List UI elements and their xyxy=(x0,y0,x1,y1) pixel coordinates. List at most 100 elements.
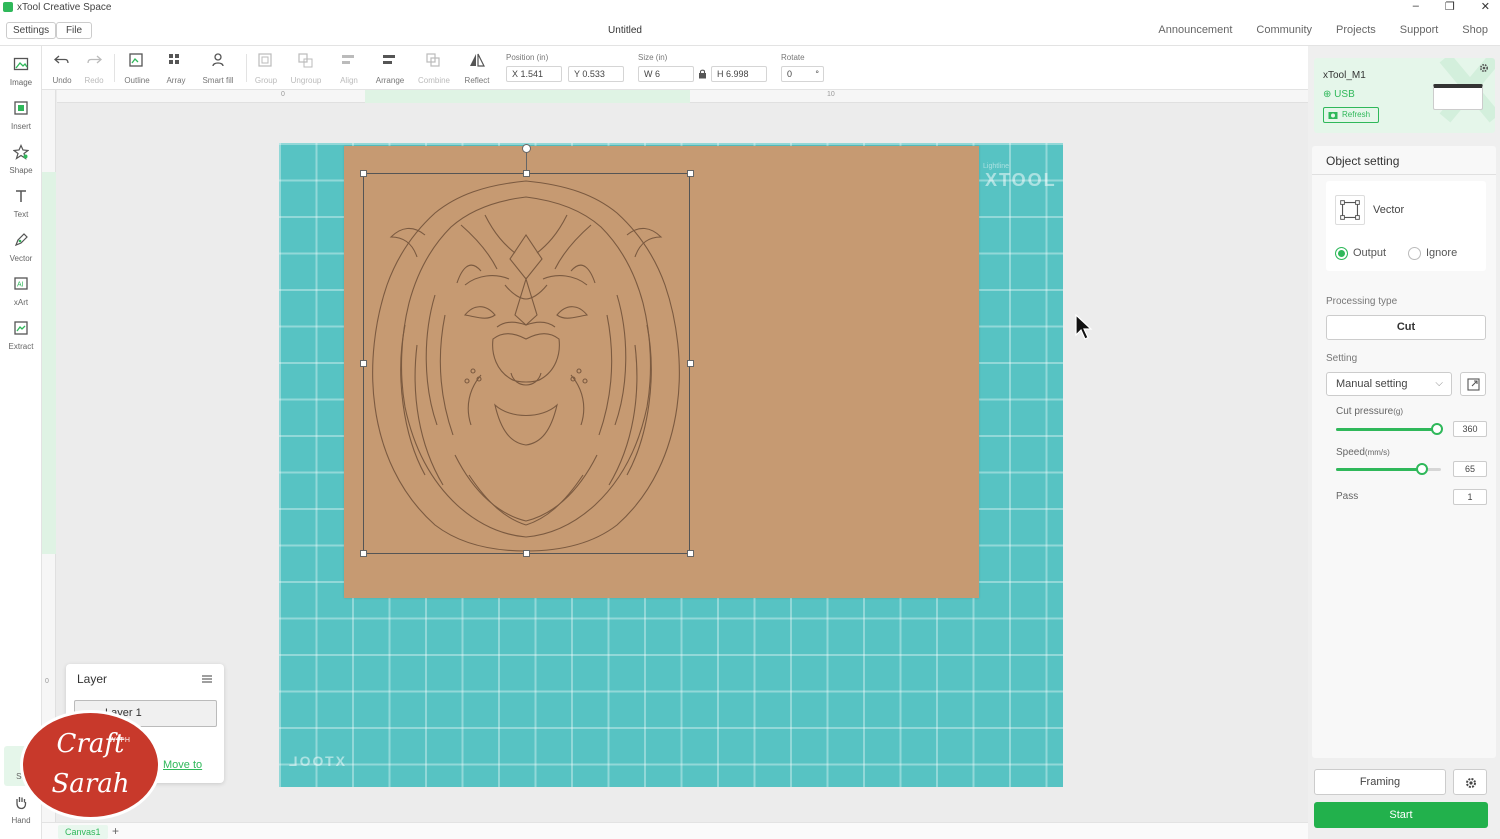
close-icon[interactable]: ✕ xyxy=(1481,0,1490,13)
speed-slider[interactable] xyxy=(1336,463,1441,475)
setting-label: Setting xyxy=(1326,353,1358,364)
speed-knob[interactable] xyxy=(1416,463,1429,475)
canvas-tab-strip: Canvas1 + xyxy=(42,822,1308,839)
speed-label-text: Speed xyxy=(1336,447,1365,458)
output-radio[interactable]: Output xyxy=(1335,247,1386,260)
size-h-field[interactable]: H 6.998 xyxy=(711,66,767,82)
cut-pressure-label-text: Cut pressure xyxy=(1336,406,1394,417)
cut-pressure-input[interactable]: 360 xyxy=(1453,421,1487,437)
reflect-icon xyxy=(470,53,485,67)
speed-label: Speed(mm/s) xyxy=(1336,447,1390,458)
minimize-icon[interactable]: – xyxy=(1413,0,1419,13)
tool-vector[interactable]: Vector xyxy=(0,232,42,263)
tool-xart[interactable]: AI xArt xyxy=(0,276,42,307)
reflect-button[interactable]: Reflect xyxy=(463,52,491,86)
resize-handle-bottom-left[interactable] xyxy=(360,550,367,557)
size-w-field[interactable]: W 6 xyxy=(638,66,694,82)
redo-label: Redo xyxy=(84,76,104,85)
resize-handle-bottom[interactable] xyxy=(523,550,530,557)
gear-icon[interactable] xyxy=(1478,62,1490,74)
tool-shape[interactable]: Shape xyxy=(0,144,42,175)
tool-insert-label: Insert xyxy=(10,122,31,131)
cut-pressure-unit: (g) xyxy=(1393,407,1404,416)
undo-button[interactable]: Undo xyxy=(51,52,73,86)
menu-bar: Settings File Untitled Announcement Comm… xyxy=(0,14,1500,46)
job-settings-button[interactable] xyxy=(1453,769,1487,795)
rotate-field[interactable]: 0 ° xyxy=(781,66,824,82)
tool-image[interactable]: Image xyxy=(0,56,42,87)
object-setting-title: Object setting xyxy=(1326,154,1400,168)
reflect-label: Reflect xyxy=(464,76,490,85)
position-y-field[interactable]: Y 0.533 xyxy=(568,66,624,82)
arrange-label: Arrange xyxy=(375,76,405,85)
position-x-field[interactable]: X 1.541 xyxy=(506,66,562,82)
parameter-library-button[interactable] xyxy=(1460,372,1486,396)
resize-handle-top[interactable] xyxy=(523,170,530,177)
speed-input[interactable]: 65 xyxy=(1453,461,1487,477)
document-title: Untitled xyxy=(608,25,642,36)
ungroup-button[interactable]: Ungroup xyxy=(289,52,323,86)
device-card[interactable]: xTool_M1 ⊕ USB Refresh xyxy=(1314,58,1495,133)
smart-fill-label: Smart fill xyxy=(202,76,234,85)
resize-handle-top-left[interactable] xyxy=(360,170,367,177)
tool-image-label: Image xyxy=(9,78,33,87)
device-connection: ⊕ USB xyxy=(1323,89,1355,100)
rotate-unit: ° xyxy=(815,69,819,79)
arrange-button[interactable]: Arrange xyxy=(373,52,407,86)
restore-icon[interactable]: ❐ xyxy=(1445,0,1455,13)
resize-handle-top-right[interactable] xyxy=(687,170,694,177)
right-panel: xTool_M1 ⊕ USB Refresh Object setting Ve… xyxy=(1308,46,1500,839)
start-button[interactable]: Start xyxy=(1314,802,1488,828)
pass-input[interactable]: 1 xyxy=(1453,489,1487,505)
smart-fill-button[interactable]: Smart fill xyxy=(199,52,237,86)
device-name: xTool_M1 xyxy=(1323,70,1366,81)
group-label: Group xyxy=(254,76,278,85)
processing-type-cut-button[interactable]: Cut xyxy=(1326,315,1486,340)
mouse-pointer-icon xyxy=(1075,314,1093,340)
ai-icon: AI xyxy=(14,277,28,290)
outline-label: Outline xyxy=(124,76,150,85)
array-button[interactable]: Array xyxy=(164,52,188,86)
framing-button[interactable]: Framing xyxy=(1314,769,1446,795)
array-label: Array xyxy=(166,76,186,85)
tool-text[interactable]: Text xyxy=(0,188,42,219)
arrange-icon xyxy=(383,55,395,64)
redo-button[interactable]: Redo xyxy=(83,52,105,86)
group-button[interactable]: Group xyxy=(254,52,278,86)
resize-handle-bottom-right[interactable] xyxy=(687,550,694,557)
cut-pressure-slider[interactable] xyxy=(1336,423,1443,435)
combine-icon xyxy=(426,53,440,67)
nav-shop[interactable]: Shop xyxy=(1462,24,1488,36)
resize-handle-left[interactable] xyxy=(360,360,367,367)
combine-button[interactable]: Combine xyxy=(416,52,452,86)
tool-insert[interactable]: Insert xyxy=(0,100,42,131)
mat-brand: XTOOL xyxy=(985,170,1057,190)
divider xyxy=(1312,174,1496,175)
cut-pressure-fill xyxy=(1336,428,1437,431)
extract-icon xyxy=(14,321,28,335)
add-canvas-button[interactable]: + xyxy=(112,824,119,838)
text-icon xyxy=(16,190,26,202)
selection-box[interactable] xyxy=(363,173,690,554)
nav-announcement[interactable]: Announcement xyxy=(1158,24,1232,36)
tab-canvas1[interactable]: Canvas1 xyxy=(58,825,108,839)
resize-handle-right[interactable] xyxy=(687,360,694,367)
ungroup-icon xyxy=(298,53,313,68)
ruler-tick: 10 xyxy=(827,91,835,98)
cut-pressure-knob[interactable] xyxy=(1430,423,1443,435)
ignore-radio[interactable]: Ignore xyxy=(1408,247,1457,260)
nav-support[interactable]: Support xyxy=(1400,24,1439,36)
layer-menu-icon[interactable] xyxy=(201,673,213,685)
group-icon xyxy=(258,53,272,67)
tool-extract[interactable]: Extract xyxy=(0,320,42,351)
lock-icon[interactable] xyxy=(698,69,707,79)
rotate-handle[interactable] xyxy=(522,144,531,153)
align-button[interactable]: Align xyxy=(337,52,361,86)
nav-projects[interactable]: Projects xyxy=(1336,24,1376,36)
nav-community[interactable]: Community xyxy=(1256,24,1312,36)
move-to-link[interactable]: Move to xyxy=(163,759,202,771)
refresh-button[interactable]: Refresh xyxy=(1323,107,1379,123)
size-label: Size (in) xyxy=(638,53,668,62)
outline-button[interactable]: Outline xyxy=(122,52,152,86)
setting-select[interactable]: Manual setting ⌵ xyxy=(1326,372,1452,396)
